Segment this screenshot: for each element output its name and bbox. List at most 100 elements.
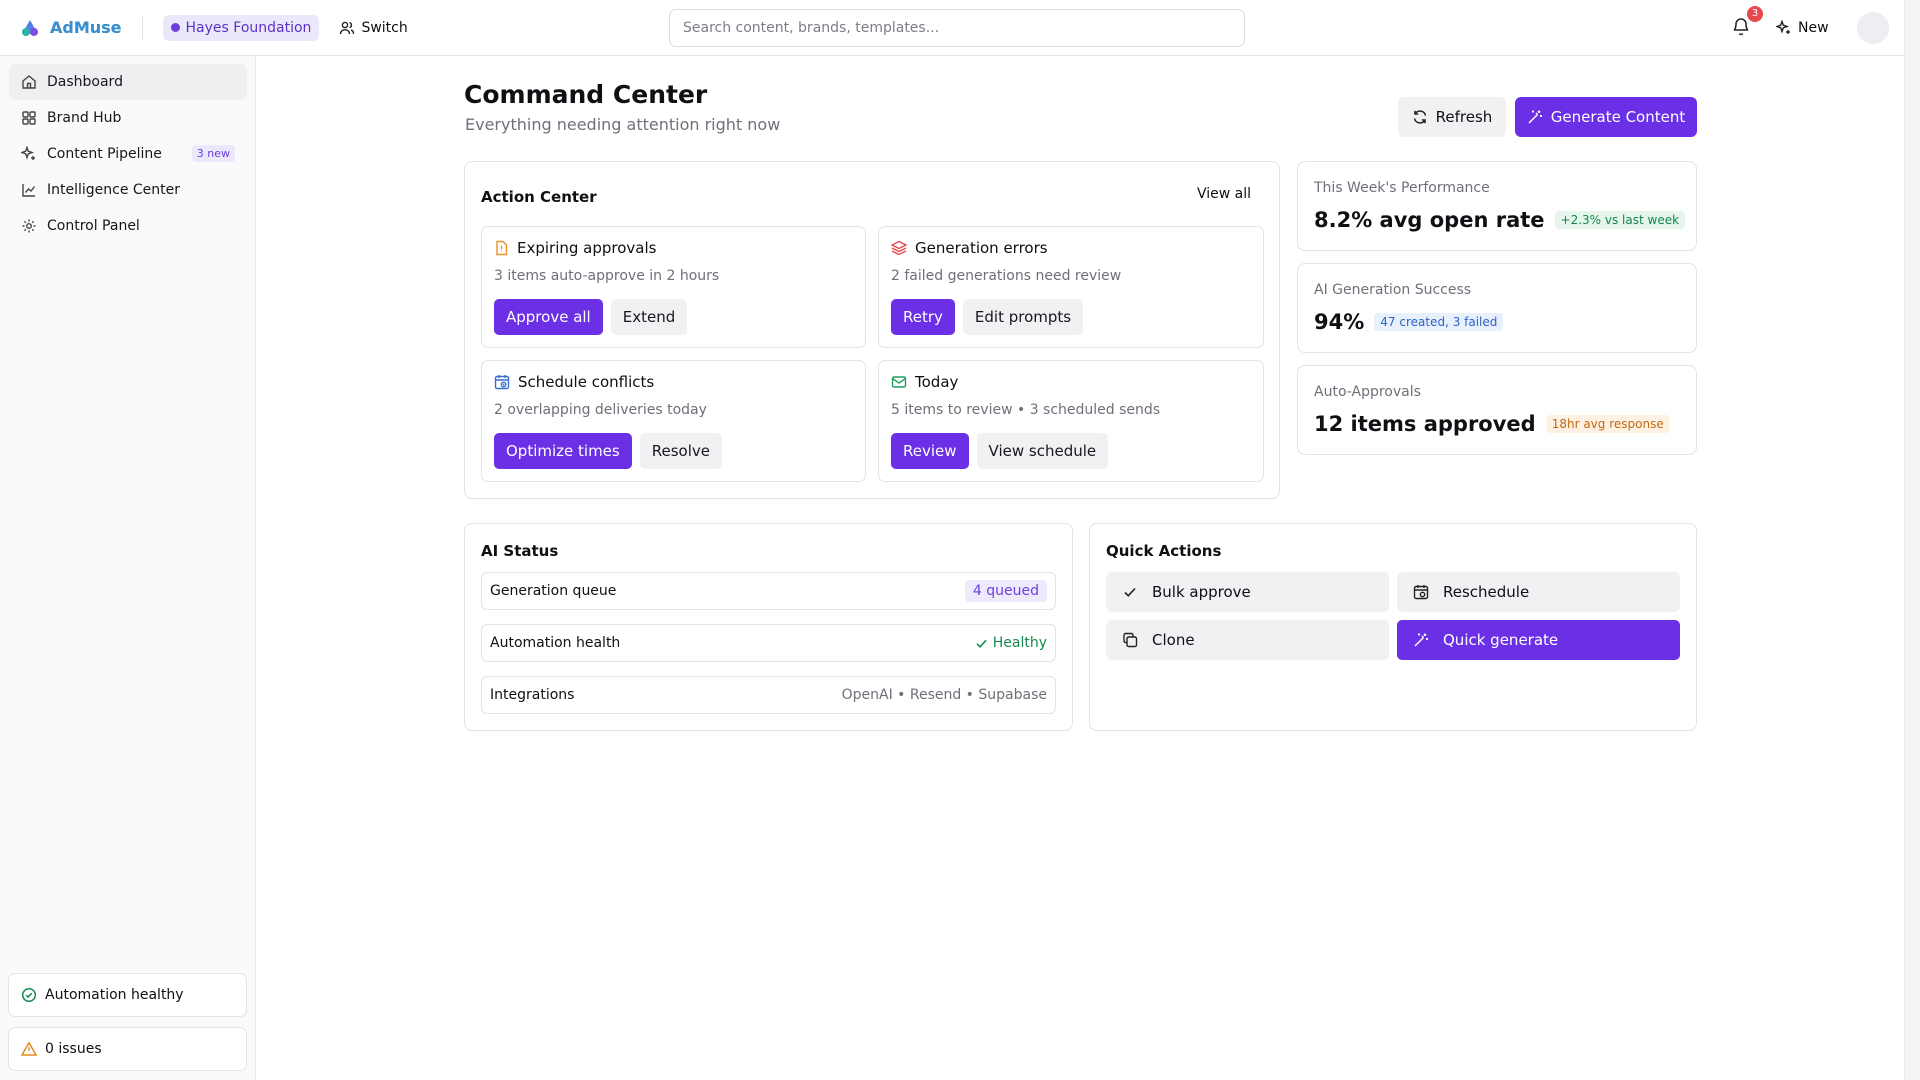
new-button[interactable]: New <box>1776 14 1829 42</box>
optimize-times-button[interactable]: Optimize times <box>494 433 632 469</box>
metric-row: 8.2% avg open rate +2.3% vs last week <box>1314 208 1686 232</box>
extend-button[interactable]: Extend <box>610 299 688 335</box>
refresh-label: Refresh <box>1435 108 1493 126</box>
task-title: Expiring approvals <box>517 239 657 257</box>
edit-prompts-button[interactable]: Edit prompts <box>962 299 1084 335</box>
chart-line-icon <box>22 184 36 197</box>
page-title: Command Center <box>464 80 708 109</box>
task-description: 2 overlapping deliveries today <box>494 402 707 418</box>
issues-card[interactable]: 0 issues <box>8 1027 247 1071</box>
copy-icon <box>1123 632 1138 648</box>
check-circle-icon <box>21 987 37 1003</box>
bell-icon <box>1733 18 1749 36</box>
automation-health-row[interactable]: Automation health Healthy <box>481 624 1056 662</box>
view-all-button[interactable]: View all <box>1197 186 1251 202</box>
metric-row: 12 items approved 18hr avg response <box>1314 412 1670 436</box>
metric-value: 8.2% avg open rate <box>1314 208 1545 232</box>
calendar-icon <box>1413 585 1429 600</box>
task-description: 3 items auto-approve in 2 hours <box>494 268 720 284</box>
automation-status-card[interactable]: Automation healthy <box>8 973 247 1017</box>
warning-icon <box>21 1041 37 1056</box>
user-avatar[interactable] <box>1857 12 1889 44</box>
task-title: Today <box>915 373 959 391</box>
metric-label: Auto-Approvals <box>1314 384 1421 400</box>
notifications-button[interactable]: 3 <box>1732 6 1763 40</box>
task-header: Schedule conflicts <box>494 373 654 391</box>
header-divider <box>141 15 143 40</box>
sidebar-item-label: Intelligence Center <box>47 182 181 198</box>
view-schedule-button[interactable]: View schedule <box>976 433 1109 469</box>
org-chip[interactable]: Hayes Foundation <box>162 14 320 41</box>
ai-status-title: AI Status <box>481 542 559 560</box>
sparkles-icon <box>21 146 35 160</box>
mail-icon <box>891 376 907 388</box>
grid-icon <box>22 111 36 125</box>
auto-approvals-metric-card[interactable]: Auto-Approvals 12 items approved 18hr av… <box>1297 365 1697 455</box>
row-label: Automation health <box>490 635 621 651</box>
generation-queue-row[interactable]: Generation queue 4 queued <box>481 572 1056 610</box>
sidebar-item-control-panel[interactable]: Control Panel <box>9 208 247 244</box>
task-description: 5 items to review • 3 scheduled sends <box>891 402 1161 418</box>
review-button[interactable]: Review <box>891 433 969 469</box>
sidebar-item-label: Brand Hub <box>47 110 122 126</box>
issues-text: 0 issues <box>45 1041 102 1057</box>
task-actions: Optimize times Resolve <box>494 433 722 469</box>
approve-all-button[interactable]: Approve all <box>494 299 603 335</box>
task-expiring-approvals: Expiring approvals 3 items auto-approve … <box>481 226 866 348</box>
magic-wand-icon <box>1414 633 1428 647</box>
new-items-badge: 3 new <box>191 145 235 162</box>
row-label: Generation queue <box>490 583 617 599</box>
check-icon <box>976 639 987 648</box>
clone-button[interactable]: Clone <box>1106 620 1389 660</box>
task-actions: Approve all Extend <box>494 299 688 335</box>
search-input[interactable] <box>669 9 1245 47</box>
sidebar-item-intelligence-center[interactable]: Intelligence Center <box>9 172 247 208</box>
automation-status-text: Automation healthy <box>45 987 184 1003</box>
quick-action-label: Quick generate <box>1443 631 1559 649</box>
bulk-approve-button[interactable]: Bulk approve <box>1106 572 1389 612</box>
task-schedule-conflicts: Schedule conflicts 2 overlapping deliver… <box>481 360 866 482</box>
health-status: Healthy <box>975 635 1047 651</box>
refresh-button[interactable]: Refresh <box>1398 97 1506 137</box>
task-header: Generation errors <box>891 239 1048 257</box>
metric-detail-badge: 18hr avg response <box>1545 415 1670 433</box>
refresh-icon <box>1413 110 1426 124</box>
resolve-button[interactable]: Resolve <box>639 433 722 469</box>
task-title: Schedule conflicts <box>518 373 655 391</box>
queue-count-badge: 4 queued <box>964 580 1047 602</box>
users-icon <box>340 21 355 34</box>
reschedule-button[interactable]: Reschedule <box>1397 572 1680 612</box>
task-actions: Retry Edit prompts <box>891 299 1084 335</box>
quick-generate-button[interactable]: Quick generate <box>1397 620 1680 660</box>
sidebar-item-dashboard[interactable]: Dashboard <box>9 64 247 100</box>
sidebar-item-label: Control Panel <box>47 218 140 234</box>
org-name: Hayes Foundation <box>185 19 312 36</box>
metric-trend-badge: +2.3% vs last week <box>1554 211 1686 229</box>
app-logo[interactable]: AdMuse <box>20 18 122 38</box>
ai-success-metric-card[interactable]: AI Generation Success 94% 47 created, 3 … <box>1297 263 1697 353</box>
org-dot-icon <box>170 23 180 32</box>
retry-button[interactable]: Retry <box>891 299 955 335</box>
check-icon <box>1124 587 1136 597</box>
health-status-text: Healthy <box>992 635 1047 651</box>
task-title: Generation errors <box>915 239 1048 257</box>
sidebar-item-brand-hub[interactable]: Brand Hub <box>9 100 247 136</box>
home-icon <box>22 75 36 89</box>
page-subtitle: Everything needing attention right now <box>465 115 781 134</box>
sidebar-item-content-pipeline[interactable]: Content Pipeline 3 new <box>9 136 247 172</box>
metric-label: AI Generation Success <box>1314 282 1472 298</box>
notification-count-badge: 3 <box>1747 6 1763 22</box>
switch-org-button[interactable]: Switch <box>331 16 415 40</box>
integrations-row[interactable]: Integrations OpenAI • Resend • Supabase <box>481 676 1056 714</box>
task-actions: Review View schedule <box>891 433 1109 469</box>
sidebar: Dashboard Brand Hub Content Pipeline 3 n… <box>0 56 256 1080</box>
performance-metric-card[interactable]: This Week's Performance 8.2% avg open ra… <box>1297 161 1697 251</box>
metric-value: 94% <box>1314 310 1365 334</box>
metric-detail-badge: 47 created, 3 failed <box>1374 313 1504 331</box>
page-scrollbar[interactable] <box>1904 0 1920 1080</box>
metric-row: 94% 47 created, 3 failed <box>1314 310 1504 334</box>
generate-content-button[interactable]: Generate Content <box>1515 97 1697 137</box>
switch-label: Switch <box>361 19 408 36</box>
quick-action-label: Bulk approve <box>1152 583 1251 601</box>
generate-content-label: Generate Content <box>1550 108 1686 126</box>
